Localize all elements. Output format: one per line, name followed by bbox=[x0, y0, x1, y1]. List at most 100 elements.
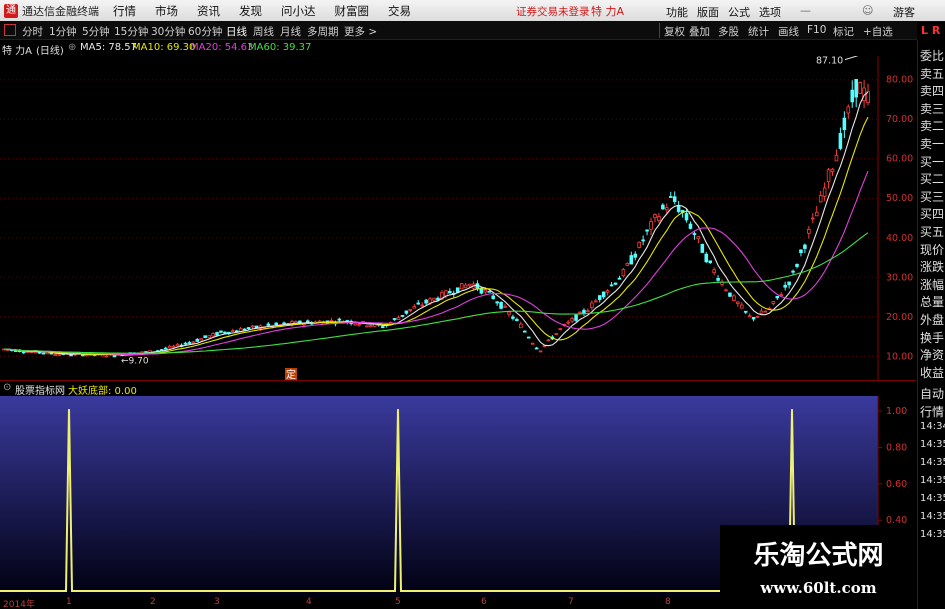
period-monthly[interactable]: 月线 bbox=[280, 24, 301, 39]
tool-f10[interactable]: F10 bbox=[807, 24, 826, 36]
quote-label: 卖一 bbox=[920, 137, 945, 151]
tool-multi-stock[interactable]: 多股 bbox=[718, 24, 739, 39]
tool-add-watchlist[interactable]: +自选 bbox=[863, 24, 893, 39]
candle-body bbox=[665, 207, 669, 211]
candle-body bbox=[499, 301, 503, 309]
price-chart[interactable]: 80.00 70.00 60.00 50.00 40.00 30.00 20.00 10.00… bbox=[0, 56, 917, 380]
legend-settings-icon[interactable]: ⊕ bbox=[68, 42, 76, 53]
candle-body bbox=[704, 253, 709, 263]
candle-body bbox=[104, 355, 109, 358]
quote-label: 涨幅 bbox=[920, 277, 945, 292]
candle-body bbox=[842, 117, 847, 131]
candle-body bbox=[274, 322, 278, 326]
user-icon[interactable]: ☺ bbox=[862, 4, 873, 17]
candle-body bbox=[775, 295, 780, 299]
lr-badge[interactable]: L R bbox=[917, 22, 945, 40]
menu-news[interactable]: 资讯 bbox=[197, 3, 220, 19]
menu-guest[interactable]: 游客 bbox=[893, 4, 915, 20]
tool-adjust[interactable]: 复权 bbox=[664, 24, 685, 39]
toolbar-grid-icon[interactable] bbox=[4, 24, 16, 36]
candle-body bbox=[112, 355, 117, 358]
quote-panel: 委比 卖五 卖四 卖三 卖二 卖一 买一 买二 买三 买四 买五 现价 涨跌 涨幅 总量 外盘 换手 净资 收益 自动… bbox=[917, 40, 945, 609]
quote-label: 净资 bbox=[920, 348, 945, 363]
candle-body bbox=[716, 278, 720, 281]
candle-body bbox=[503, 305, 507, 308]
quote-label: 委比 bbox=[920, 49, 945, 63]
candle-body bbox=[724, 289, 728, 292]
candle-body bbox=[787, 281, 791, 286]
candle-body bbox=[814, 211, 819, 217]
legend-ma20: MA20: 54.63 bbox=[190, 42, 254, 53]
menu-function[interactable]: 功能 bbox=[666, 4, 688, 20]
candle-body bbox=[511, 316, 515, 319]
candle-body bbox=[763, 310, 768, 313]
candle-body bbox=[684, 213, 689, 221]
candle-body bbox=[818, 195, 823, 203]
indicator-settings-icon[interactable]: ⊙ bbox=[3, 382, 11, 393]
candle-body bbox=[783, 284, 787, 288]
legend-stock-name: 特 力A bbox=[2, 46, 33, 57]
event-marker-label: 定 bbox=[286, 368, 296, 380]
menu-options[interactable]: 选项 bbox=[759, 4, 781, 20]
candle-body bbox=[779, 294, 784, 296]
candle-body bbox=[144, 351, 148, 353]
candle-body bbox=[534, 347, 539, 350]
candle-body bbox=[41, 352, 46, 355]
candle-body bbox=[712, 269, 716, 274]
menu-quotes[interactable]: 行情 bbox=[113, 3, 136, 19]
tool-draw[interactable]: 画线 bbox=[778, 24, 799, 39]
period-15min[interactable]: 15分钟 bbox=[114, 24, 148, 39]
candle-body bbox=[353, 323, 357, 326]
login-status[interactable]: 证券交易未登录 bbox=[516, 4, 590, 19]
tick-time-label: 14:35 bbox=[920, 475, 945, 486]
legend-ma5: MA5: 78.57 bbox=[80, 42, 138, 53]
candle-body bbox=[830, 168, 835, 173]
candle-body bbox=[219, 330, 223, 333]
candle-body bbox=[633, 253, 638, 258]
candle-body bbox=[826, 169, 831, 183]
candle-body bbox=[282, 322, 286, 325]
quote-label: 卖二 bbox=[920, 119, 945, 134]
menu-layout[interactable]: 版面 bbox=[697, 4, 719, 20]
period-multi[interactable]: 多周期 bbox=[307, 24, 339, 39]
candle-body bbox=[759, 310, 764, 314]
candle-body bbox=[546, 339, 551, 342]
candle-body bbox=[676, 206, 681, 212]
candle-body bbox=[657, 216, 661, 222]
period-more[interactable]: 更多 > bbox=[344, 24, 377, 39]
candle-body bbox=[420, 304, 424, 307]
candle-body bbox=[53, 354, 58, 356]
period-1min[interactable]: 1分钟 bbox=[49, 24, 77, 39]
time-tick-label: 1 bbox=[66, 597, 72, 607]
candle-body bbox=[305, 320, 310, 323]
candle-body bbox=[811, 217, 815, 220]
candle-body bbox=[653, 214, 657, 219]
period-weekly[interactable]: 周线 bbox=[253, 24, 274, 39]
candle-body bbox=[558, 328, 563, 331]
menu-market[interactable]: 市场 bbox=[155, 3, 178, 19]
menu-ask[interactable]: 问小达 bbox=[281, 3, 316, 19]
period-intraday[interactable]: 分时 bbox=[22, 24, 43, 39]
period-daily[interactable]: 日线 bbox=[226, 24, 247, 39]
period-30min[interactable]: 30分钟 bbox=[151, 24, 185, 39]
candle-body bbox=[203, 335, 207, 338]
menu-discover[interactable]: 发现 bbox=[239, 3, 262, 19]
candle-body bbox=[369, 325, 373, 328]
period-5min[interactable]: 5分钟 bbox=[82, 24, 110, 39]
indicator-tick-label: 1.00 bbox=[886, 406, 907, 417]
tool-statistics[interactable]: 统计 bbox=[748, 24, 769, 39]
period-60min[interactable]: 60分钟 bbox=[188, 24, 222, 39]
menu-trade[interactable]: 交易 bbox=[388, 3, 411, 19]
menu-formula[interactable]: 公式 bbox=[728, 4, 750, 20]
candle-body bbox=[242, 328, 247, 331]
candle-body bbox=[688, 223, 693, 229]
legend-ma60: MA60: 39.37 bbox=[248, 42, 312, 53]
menu-wealth[interactable]: 财富圈 bbox=[335, 3, 370, 19]
candle-body bbox=[574, 314, 578, 321]
quote-label: 买三 bbox=[920, 189, 945, 204]
candle-body bbox=[838, 133, 843, 149]
tool-overlay[interactable]: 叠加 bbox=[689, 24, 710, 39]
candle-body bbox=[49, 352, 54, 355]
minimize-icon[interactable]: — bbox=[800, 4, 811, 17]
tool-mark[interactable]: 标记 bbox=[833, 24, 854, 39]
